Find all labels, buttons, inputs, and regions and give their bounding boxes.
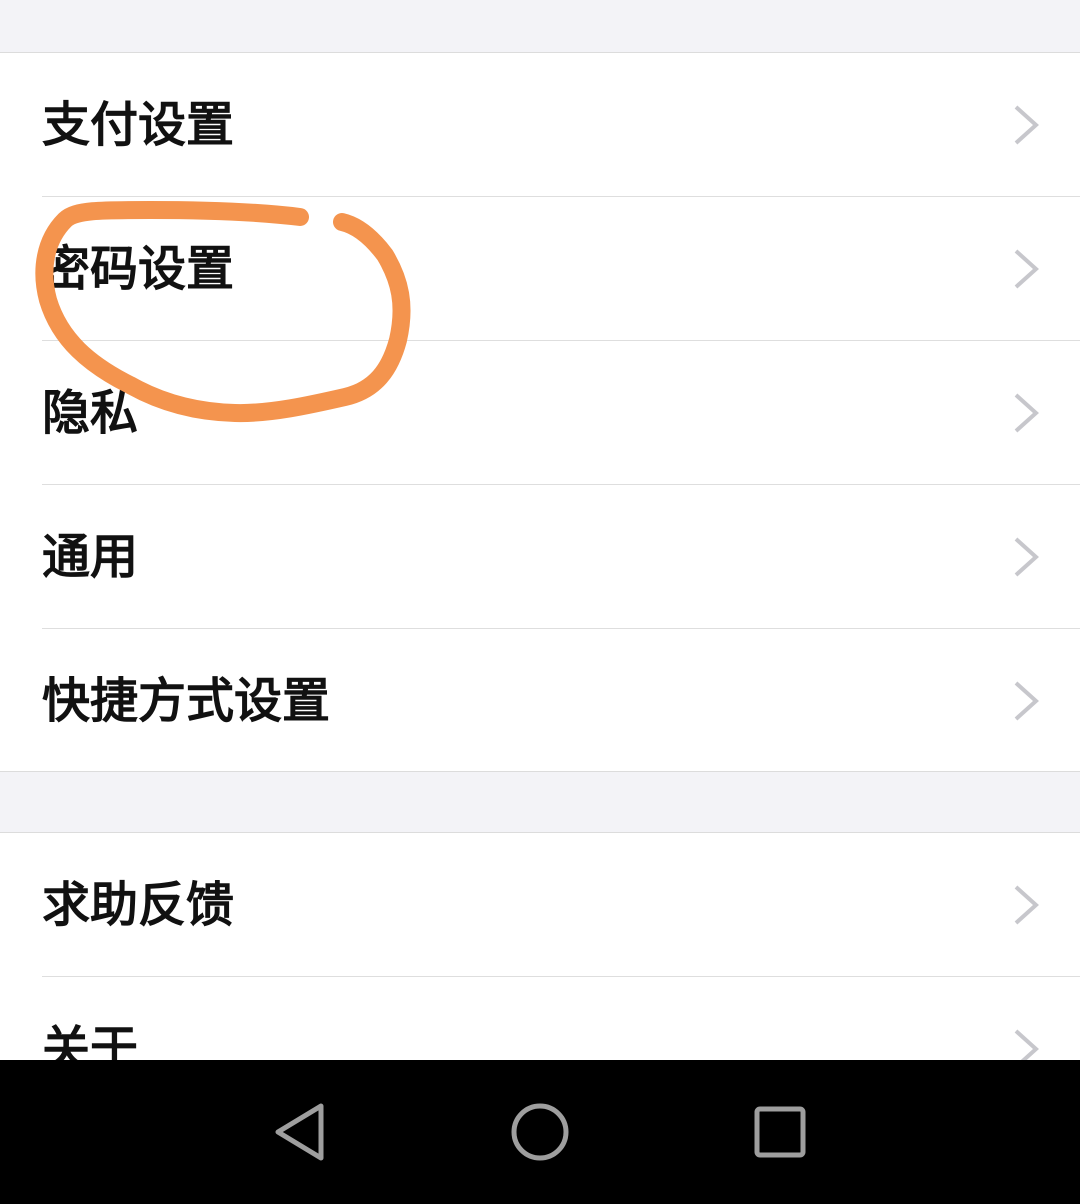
- settings-row-shortcuts[interactable]: 快捷方式设置: [0, 629, 1080, 773]
- settings-row-payment[interactable]: 支付设置: [0, 53, 1080, 197]
- back-triangle-icon: [275, 1103, 324, 1161]
- chevron-right-icon: [1014, 105, 1039, 145]
- row-label: 支付设置: [42, 97, 235, 153]
- settings-row-privacy[interactable]: 隐私: [0, 341, 1080, 485]
- nav-back-button[interactable]: [264, 1096, 336, 1168]
- home-circle-icon: [511, 1103, 569, 1161]
- chevron-right-icon: [1014, 249, 1039, 289]
- chevron-right-icon: [1014, 885, 1039, 925]
- chevron-right-icon: [1014, 393, 1039, 433]
- nav-home-button[interactable]: [504, 1096, 576, 1168]
- settings-screen: 支付设置 密码设置 隐私 通用 快捷方式设置 求助反馈 关于: [0, 0, 1080, 1204]
- row-label: 关于: [42, 1021, 139, 1060]
- nav-recents-button[interactable]: [744, 1096, 816, 1168]
- settings-content: 支付设置 密码设置 隐私 通用 快捷方式设置 求助反馈 关于: [0, 0, 1080, 1060]
- settings-row-password[interactable]: 密码设置: [0, 197, 1080, 341]
- row-label: 通用: [42, 529, 139, 585]
- settings-row-feedback[interactable]: 求助反馈: [0, 833, 1080, 977]
- row-label: 密码设置: [42, 241, 235, 297]
- row-label: 求助反馈: [42, 877, 235, 933]
- recents-square-icon: [754, 1106, 806, 1158]
- row-label: 快捷方式设置: [42, 673, 331, 729]
- chevron-right-icon: [1014, 1029, 1039, 1060]
- chevron-right-icon: [1014, 681, 1039, 721]
- settings-row-general[interactable]: 通用: [0, 485, 1080, 629]
- chevron-right-icon: [1014, 537, 1039, 577]
- settings-group-support: 求助反馈 关于: [0, 832, 1080, 1060]
- settings-row-about[interactable]: 关于: [0, 977, 1080, 1060]
- system-navigation-bar: [0, 1060, 1080, 1204]
- row-label: 隐私: [42, 385, 139, 441]
- settings-group-main: 支付设置 密码设置 隐私 通用 快捷方式设置: [0, 52, 1080, 772]
